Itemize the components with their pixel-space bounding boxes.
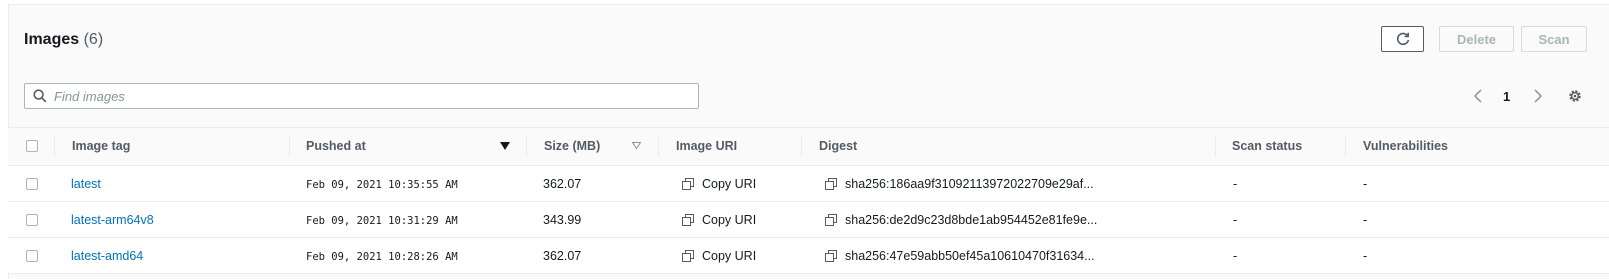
page-number[interactable]: 1 xyxy=(1503,89,1510,104)
scan-status: - xyxy=(1233,249,1238,263)
copy-icon xyxy=(825,178,837,190)
copy-uri-label: Copy URI xyxy=(702,249,757,263)
delete-button[interactable]: Delete xyxy=(1439,26,1514,52)
copy-digest-button[interactable]: sha256:186aa9f31092113972022709e29af... xyxy=(825,177,1094,191)
table-row[interactable]: latest-amd64 Feb 09, 2021 10:28:26 AM 36… xyxy=(8,238,1609,274)
gear-icon[interactable] xyxy=(1567,88,1583,104)
copy-uri-label: Copy URI xyxy=(702,177,757,191)
image-tag-link[interactable]: latest-arm64v8 xyxy=(71,213,154,227)
column-divider xyxy=(1215,137,1216,157)
digest-value: sha256:de2d9c23d8bde1ab954452e81fe9e... xyxy=(845,213,1098,227)
vulnerabilities: - xyxy=(1363,177,1368,191)
table-row[interactable]: latest-arm64v8 Feb 09, 2021 10:31:29 AM … xyxy=(8,202,1609,238)
size-mb: 362.07 xyxy=(543,177,582,191)
copy-uri-button[interactable]: Copy URI xyxy=(682,177,756,191)
chevron-right-icon[interactable] xyxy=(1530,88,1544,104)
image-count: (6) xyxy=(83,31,104,48)
row-checkbox[interactable] xyxy=(26,178,38,190)
sort-unsorted-icon[interactable] xyxy=(632,142,641,149)
column-header-image-tag[interactable]: Image tag xyxy=(72,139,130,153)
copy-icon xyxy=(682,214,694,226)
digest-value: sha256:47e59abb50ef45a10610470f31634... xyxy=(845,249,1095,263)
column-divider xyxy=(1345,137,1346,157)
search-icon xyxy=(33,89,47,103)
scan-button[interactable]: Scan xyxy=(1521,26,1587,52)
copy-icon xyxy=(825,250,837,262)
title-text: Images xyxy=(24,31,80,48)
digest-value: sha256:186aa9f31092113972022709e29af... xyxy=(845,177,1094,191)
column-header-digest: Digest xyxy=(819,139,858,153)
select-all-checkbox[interactable] xyxy=(26,140,38,152)
table-row[interactable]: latest Feb 09, 2021 10:35:55 AM 362.07 C… xyxy=(8,166,1609,202)
search-box xyxy=(24,83,699,109)
table-header: Image tag Pushed at Size (MB) Image URI … xyxy=(8,127,1609,166)
column-divider xyxy=(54,137,55,157)
copy-uri-button[interactable]: Copy URI xyxy=(682,249,756,263)
column-divider xyxy=(801,137,802,157)
refresh-button[interactable] xyxy=(1381,26,1424,52)
pushed-at: Feb 09, 2021 10:31:29 AM xyxy=(306,215,458,227)
sort-descending-icon[interactable] xyxy=(500,142,510,150)
column-header-image-uri: Image URI xyxy=(676,139,738,153)
scan-status: - xyxy=(1233,177,1238,191)
image-tag-link[interactable]: latest-amd64 xyxy=(71,249,143,263)
row-checkbox[interactable] xyxy=(26,214,38,226)
column-header-pushed-at[interactable]: Pushed at xyxy=(306,139,366,153)
page-title: Images (6) xyxy=(24,31,103,49)
column-header-size[interactable]: Size (MB) xyxy=(544,139,600,153)
copy-digest-button[interactable]: sha256:47e59abb50ef45a10610470f31634... xyxy=(825,249,1095,263)
column-header-vulnerabilities: Vulnerabilities xyxy=(1363,139,1448,153)
refresh-icon xyxy=(1396,32,1409,46)
copy-icon xyxy=(682,250,694,262)
chevron-left-icon[interactable] xyxy=(1472,88,1486,104)
column-divider xyxy=(289,137,290,157)
copy-digest-button[interactable]: sha256:de2d9c23d8bde1ab954452e81fe9e... xyxy=(825,213,1097,227)
pushed-at: Feb 09, 2021 10:28:26 AM xyxy=(306,251,458,263)
column-divider xyxy=(526,137,527,157)
size-mb: 362.07 xyxy=(543,249,582,263)
images-table: Image tag Pushed at Size (MB) Image URI … xyxy=(8,127,1609,274)
size-mb: 343.99 xyxy=(543,213,582,227)
search-input[interactable] xyxy=(54,85,674,107)
column-header-scan-status: Scan status xyxy=(1232,139,1303,153)
copy-uri-button[interactable]: Copy URI xyxy=(682,213,756,227)
copy-icon xyxy=(825,214,837,226)
row-checkbox[interactable] xyxy=(26,250,38,262)
copy-uri-label: Copy URI xyxy=(702,213,757,227)
scan-status: - xyxy=(1233,213,1238,227)
pushed-at: Feb 09, 2021 10:35:55 AM xyxy=(306,179,458,191)
image-tag-link[interactable]: latest xyxy=(71,177,101,191)
column-divider xyxy=(658,137,659,157)
vulnerabilities: - xyxy=(1363,249,1368,263)
copy-icon xyxy=(682,178,694,190)
vulnerabilities: - xyxy=(1363,213,1368,227)
